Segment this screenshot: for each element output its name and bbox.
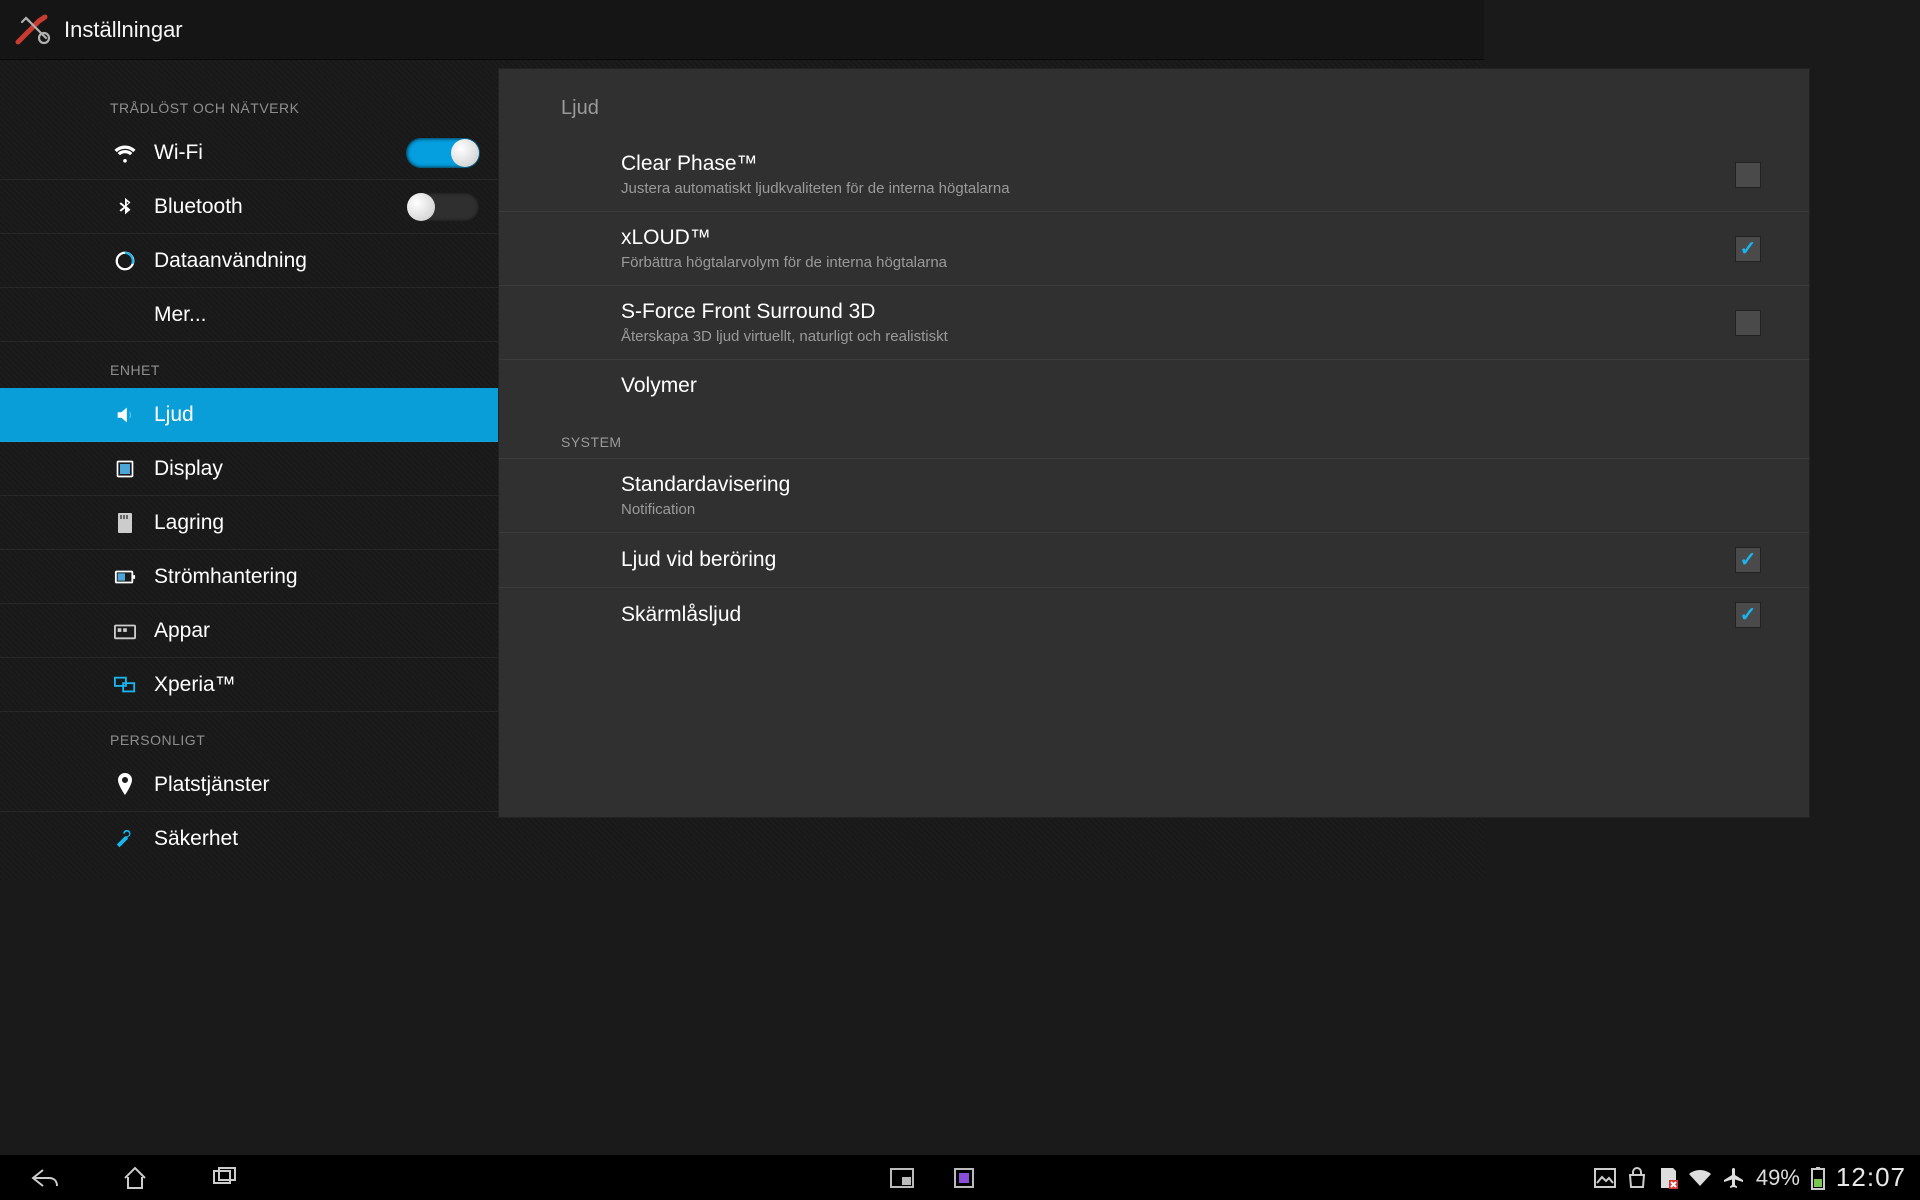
sidebar-item-apps[interactable]: Appar	[0, 604, 498, 658]
bluetooth-toggle[interactable]	[406, 192, 480, 222]
sidebar-item-label: Dataanvändning	[154, 249, 307, 273]
settings-icon	[12, 10, 52, 50]
setting-touch-sounds[interactable]: Ljud vid beröring	[499, 533, 1809, 588]
display-icon	[110, 459, 140, 479]
status-area[interactable]: 49% 12:07	[1594, 1162, 1920, 1193]
sidebar-item-label: Xperia™	[154, 673, 236, 697]
sidebar-item-power[interactable]: Strömhantering	[0, 550, 498, 604]
panel-title: Ljud	[499, 69, 1809, 138]
setting-xloud[interactable]: xLOUD™ Förbättra högtalarvolym för de in…	[499, 212, 1809, 286]
section-wireless: TRÅDLÖST OCH NÄTVERK	[0, 80, 498, 126]
setting-subtitle: Återskapa 3D ljud virtuellt, naturligt o…	[621, 328, 1735, 345]
wifi-status-icon	[1688, 1168, 1712, 1188]
wifi-toggle[interactable]	[406, 138, 480, 168]
bluetooth-icon	[110, 196, 140, 218]
clock: 12:07	[1836, 1162, 1906, 1193]
sound-settings-panel: Ljud Clear Phase™ Justera automatiskt lj…	[498, 68, 1810, 818]
setting-title: Ljud vid beröring	[621, 548, 1735, 572]
sound-icon	[110, 404, 140, 426]
battery-icon	[1810, 1166, 1826, 1190]
setting-subtitle: Förbättra högtalarvolym för de interna h…	[621, 254, 1735, 271]
sforce-checkbox[interactable]	[1735, 310, 1761, 336]
sidebar-item-sound[interactable]: Ljud	[0, 388, 498, 442]
widget-icon[interactable]	[954, 1168, 974, 1188]
sidebar-item-label: Lagring	[154, 511, 224, 535]
back-button[interactable]	[0, 1155, 90, 1200]
sidebar-item-location[interactable]: Platstjänster	[0, 758, 498, 812]
sidebar-item-datausage[interactable]: Dataanvändning	[0, 234, 498, 288]
sidebar-item-label: Appar	[154, 619, 210, 643]
setting-title: Volymer	[621, 374, 1761, 398]
setting-default-notification[interactable]: Standardavisering Notification	[499, 458, 1809, 533]
setting-volumes[interactable]: Volymer	[499, 360, 1809, 412]
setting-sforce[interactable]: S-Force Front Surround 3D Återskapa 3D l…	[499, 286, 1809, 360]
home-button[interactable]	[90, 1155, 180, 1200]
setting-title: Skärmlåsljud	[621, 603, 1735, 627]
gallery-notif-icon	[1594, 1168, 1616, 1188]
power-icon	[110, 567, 140, 587]
sidebar-item-xperia[interactable]: Xperia™	[0, 658, 498, 712]
sidebar-item-bluetooth[interactable]: Bluetooth	[0, 180, 498, 234]
sidebar-item-label: Mer...	[154, 303, 207, 327]
section-device: ENHET	[0, 342, 498, 388]
clearphase-checkbox[interactable]	[1735, 162, 1761, 188]
page-title: Inställningar	[64, 17, 183, 43]
wifi-icon	[110, 142, 140, 164]
security-icon	[110, 828, 140, 850]
sidebar-item-label: Platstjänster	[154, 773, 270, 797]
setting-lock-sounds[interactable]: Skärmlåsljud	[499, 588, 1809, 642]
battery-percent: 49%	[1756, 1165, 1800, 1191]
sidebar-item-wifi[interactable]: Wi-Fi	[0, 126, 498, 180]
sidebar-item-label: Ljud	[154, 403, 194, 427]
section-personal: PERSONLIGT	[0, 712, 498, 758]
store-notif-icon	[1626, 1167, 1648, 1189]
storage-icon	[110, 512, 140, 534]
sidebar-item-label: Display	[154, 457, 223, 481]
recent-apps-button[interactable]	[180, 1155, 270, 1200]
sidebar-item-label: Strömhantering	[154, 565, 298, 589]
sidebar-item-security[interactable]: Säkerhet	[0, 812, 498, 866]
airplane-mode-icon	[1722, 1166, 1746, 1190]
sidebar-item-label: Säkerhet	[154, 827, 238, 851]
sidebar-item-more[interactable]: Mer...	[0, 288, 498, 342]
setting-subtitle: Notification	[621, 501, 1761, 518]
app-top-bar: Inställningar	[0, 0, 1484, 60]
lock-sounds-checkbox[interactable]	[1735, 602, 1761, 628]
setting-title: Clear Phase™	[621, 152, 1735, 176]
setting-title: xLOUD™	[621, 226, 1735, 250]
touch-sounds-checkbox[interactable]	[1735, 547, 1761, 573]
settings-sidebar: TRÅDLÖST OCH NÄTVERK Wi-Fi Bluetooth Dat…	[0, 60, 498, 1155]
sidebar-item-display[interactable]: Display	[0, 442, 498, 496]
section-system: SYSTEM	[499, 412, 1809, 458]
location-icon	[110, 773, 140, 797]
sidebar-item-label: Bluetooth	[154, 195, 243, 219]
system-nav-bar: 49% 12:07	[0, 1155, 1920, 1200]
sidebar-item-storage[interactable]: Lagring	[0, 496, 498, 550]
xloud-checkbox[interactable]	[1735, 236, 1761, 262]
data-usage-icon	[110, 250, 140, 272]
setting-title: Standardavisering	[621, 473, 1761, 497]
setting-title: S-Force Front Surround 3D	[621, 300, 1735, 324]
setting-clearphase[interactable]: Clear Phase™ Justera automatiskt ljudkva…	[499, 138, 1809, 212]
setting-subtitle: Justera automatiskt ljudkvaliteten för d…	[621, 180, 1735, 197]
xperia-icon	[110, 676, 140, 694]
sidebar-item-label: Wi-Fi	[154, 141, 203, 165]
small-apps-icon[interactable]	[890, 1168, 914, 1188]
apps-icon	[110, 622, 140, 640]
sd-error-icon	[1658, 1167, 1678, 1189]
